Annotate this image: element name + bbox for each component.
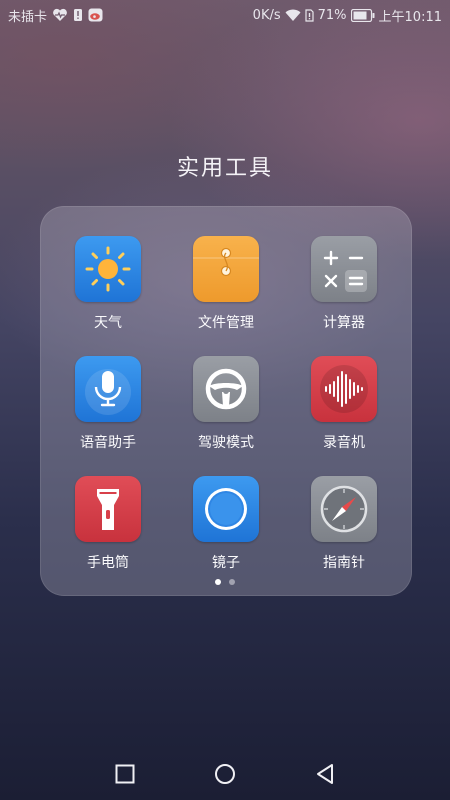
app-label-driving-mode: 驾驶模式 [198, 435, 254, 451]
compass-icon [311, 476, 377, 542]
app-recorder[interactable]: 录音机 [289, 356, 399, 452]
sim-card-icon [305, 8, 314, 22]
folder-panel: 天气 文件管理 计算器 语音助手 驾驶模式 录音机 手电筒 镜子 指南针 [40, 206, 412, 596]
status-bar-left: 未插卡 [8, 6, 103, 25]
page-dot-active [215, 579, 221, 585]
app-label-flashlight: 手电筒 [87, 555, 129, 571]
weather-sun-icon [75, 236, 141, 302]
page-dot [229, 579, 235, 585]
weibo-icon [88, 8, 103, 22]
app-compass[interactable]: 指南针 [289, 476, 399, 572]
app-voice-assistant[interactable]: 语音助手 [53, 356, 163, 452]
wifi-icon [285, 9, 301, 22]
app-label-file-manager: 文件管理 [198, 315, 254, 331]
app-driving-mode[interactable]: 驾驶模式 [171, 356, 281, 452]
mirror-icon [193, 476, 259, 542]
heart-monitor-icon [52, 8, 68, 22]
battery-percent-text: 71% [317, 7, 347, 23]
navigation-bar [0, 745, 450, 800]
app-weather[interactable]: 天气 [53, 236, 163, 332]
app-file-manager[interactable]: 文件管理 [171, 236, 281, 332]
battery-icon [350, 8, 375, 22]
app-label-compass: 指南针 [323, 555, 365, 571]
page-indicator [0, 579, 450, 585]
calculator-icon [311, 236, 377, 302]
steering-wheel-icon [193, 356, 259, 422]
net-speed-text: 0K/s [252, 7, 281, 23]
recent-apps-icon [115, 764, 135, 784]
folder-title[interactable]: 实用工具 [0, 150, 450, 182]
sim-alert-icon [73, 8, 83, 22]
back-icon [317, 764, 333, 784]
home-button[interactable] [210, 759, 240, 789]
folder-icon [193, 236, 259, 302]
app-flashlight[interactable]: 手电筒 [53, 476, 163, 572]
app-label-calculator: 计算器 [323, 315, 365, 331]
recent-apps-button[interactable] [110, 759, 140, 789]
app-label-weather: 天气 [94, 315, 122, 331]
status-bar: 未插卡 0K/s 71% 上午10:11 [0, 0, 450, 30]
app-calculator[interactable]: 计算器 [289, 236, 399, 332]
clock-text: 上午10:11 [378, 9, 442, 25]
app-label-mirror: 镜子 [212, 555, 240, 571]
app-label-recorder: 录音机 [323, 435, 365, 451]
microphone-icon [75, 356, 141, 422]
app-label-voice-assistant: 语音助手 [80, 435, 136, 451]
status-bar-right: 0K/s 71% 上午10:11 [252, 6, 442, 25]
home-icon [215, 764, 235, 784]
back-button[interactable] [310, 759, 340, 789]
app-mirror[interactable]: 镜子 [171, 476, 281, 572]
carrier-text: 未插卡 [8, 9, 48, 25]
sound-wave-icon [311, 356, 377, 422]
flashlight-icon [75, 476, 141, 542]
